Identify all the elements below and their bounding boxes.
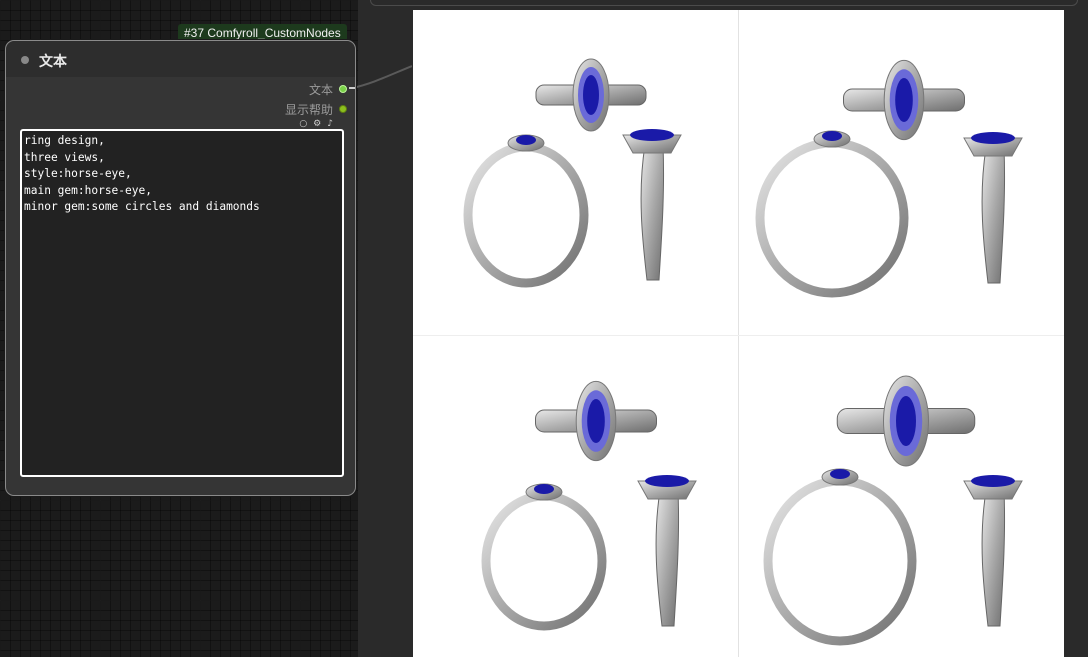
collapse-dot-icon[interactable]: [21, 56, 29, 64]
output-slot-text[interactable]: [339, 85, 347, 93]
text-input-area[interactable]: ring design, three views, style:horse-ey…: [20, 129, 344, 477]
node-mini-icons: ○ ⚙ ♪: [299, 119, 333, 129]
output-slot-show-help[interactable]: [339, 105, 347, 113]
preview-image-node[interactable]: [358, 0, 1088, 657]
node-header[interactable]: 文本: [6, 41, 355, 77]
main-gem-top: [587, 399, 605, 443]
main-gem-front: [516, 135, 536, 145]
main-gem-front: [830, 469, 850, 479]
preview-image-2[interactable]: [739, 10, 1064, 333]
settings-icon[interactable]: ⚙: [313, 119, 321, 129]
sound-icon[interactable]: ♪: [327, 119, 333, 129]
main-gem-top: [583, 75, 599, 115]
preview-image-4[interactable]: [739, 336, 1064, 657]
main-gem-side: [971, 475, 1015, 487]
output-text[interactable]: 文本: [309, 81, 347, 97]
output-label-text: 文本: [308, 82, 333, 97]
ring-side: [655, 490, 680, 627]
main-gem-front: [822, 131, 842, 141]
ring-front: [755, 138, 909, 298]
output-label-show-help: 显示帮助: [284, 102, 333, 117]
main-gem-side: [971, 132, 1015, 144]
output-show-help[interactable]: 显示帮助: [285, 101, 347, 117]
text-node[interactable]: 文本 文本 显示帮助 ○ ⚙ ♪ ring design, three view…: [5, 40, 356, 496]
main-gem-top: [895, 78, 913, 122]
preview-node-header[interactable]: [370, 0, 1078, 6]
ring-front: [463, 142, 589, 288]
ring-side: [981, 490, 1006, 627]
preview-image-3[interactable]: [413, 336, 738, 657]
main-gem-side: [630, 129, 674, 141]
main-gem-front: [534, 484, 554, 494]
connection-wire: [352, 65, 412, 89]
ring-front: [481, 491, 607, 631]
preview-image-1[interactable]: [413, 10, 738, 333]
circle-icon[interactable]: ○: [299, 119, 307, 129]
ring-side: [640, 144, 665, 281]
node-title: 文本: [39, 54, 67, 70]
ring-side: [981, 147, 1006, 284]
main-gem-side: [645, 475, 689, 487]
output-link-stub: [349, 87, 355, 89]
image-preview[interactable]: [413, 10, 1064, 657]
ring-front: [763, 476, 917, 646]
main-gem-top: [896, 396, 916, 446]
